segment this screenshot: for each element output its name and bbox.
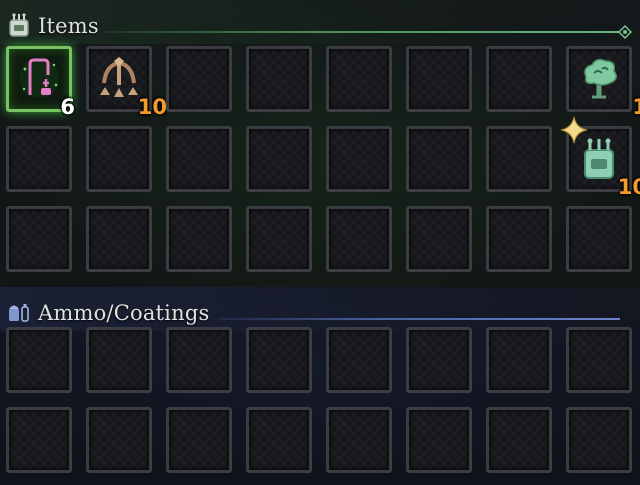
ammo-title: Ammo/Coatings [38,301,210,325]
item-slot[interactable] [486,206,552,272]
ammo-slot[interactable] [86,407,152,473]
ammo-section: Ammo/Coatings [0,287,640,485]
ammo-slot[interactable] [86,327,152,393]
item-slot[interactable] [326,46,392,112]
item-count: 1 [632,95,640,119]
ammo-header: Ammo/Coatings [0,287,640,331]
item-slot[interactable] [86,206,152,272]
item-slot[interactable] [86,126,152,192]
item-slot[interactable] [406,46,472,112]
item-slot[interactable] [166,46,232,112]
item-pouch-icon [9,13,29,37]
brown-trap-tool-icon [96,55,142,101]
item-slot[interactable] [166,126,232,192]
ammo-slot[interactable] [326,407,392,473]
ammo-slot[interactable] [166,327,232,393]
green-tree-item-icon [576,55,622,101]
ammo-coatings-icon [9,304,29,322]
item-slot[interactable] [246,206,312,272]
item-count: 10 [617,175,640,199]
ammo-slot[interactable] [326,327,392,393]
ammo-slot[interactable] [246,407,312,473]
ammo-slot[interactable] [566,407,632,473]
divider-diamond-icon [618,25,632,39]
item-slot[interactable] [6,206,72,272]
ammo-slot[interactable] [406,327,472,393]
items-title: Items [38,14,99,38]
items-section: Items 6 10 1 10 [0,0,640,288]
item-slot[interactable] [406,126,472,192]
item-slot[interactable] [246,126,312,192]
ammo-slot[interactable] [486,407,552,473]
item-slot[interactable] [486,126,552,192]
item-count: 10 [137,95,167,119]
item-slot[interactable] [246,46,312,112]
item-slot[interactable]: 6 [6,46,75,119]
pink-item-icon [16,55,62,101]
ammo-header-divider [218,318,620,320]
ammo-slot[interactable] [166,407,232,473]
item-slot[interactable] [166,206,232,272]
item-count: 6 [60,95,75,119]
ammo-slot[interactable] [486,327,552,393]
item-slot[interactable] [6,126,72,192]
ammo-slot[interactable] [406,407,472,473]
item-slot[interactable] [406,206,472,272]
item-slot[interactable] [326,126,392,192]
ammo-slot[interactable] [566,327,632,393]
ammo-slot[interactable] [6,327,72,393]
item-slot[interactable] [486,46,552,112]
ammo-slot[interactable] [246,327,312,393]
new-item-sparkle-icon [560,116,588,144]
items-header: Items [0,0,640,44]
items-header-divider [104,31,620,33]
item-slot[interactable] [566,206,632,272]
item-slot[interactable] [326,206,392,272]
item-slot[interactable]: 10 [86,46,167,119]
item-slot[interactable]: 1 [566,46,640,119]
ammo-slot[interactable] [6,407,72,473]
